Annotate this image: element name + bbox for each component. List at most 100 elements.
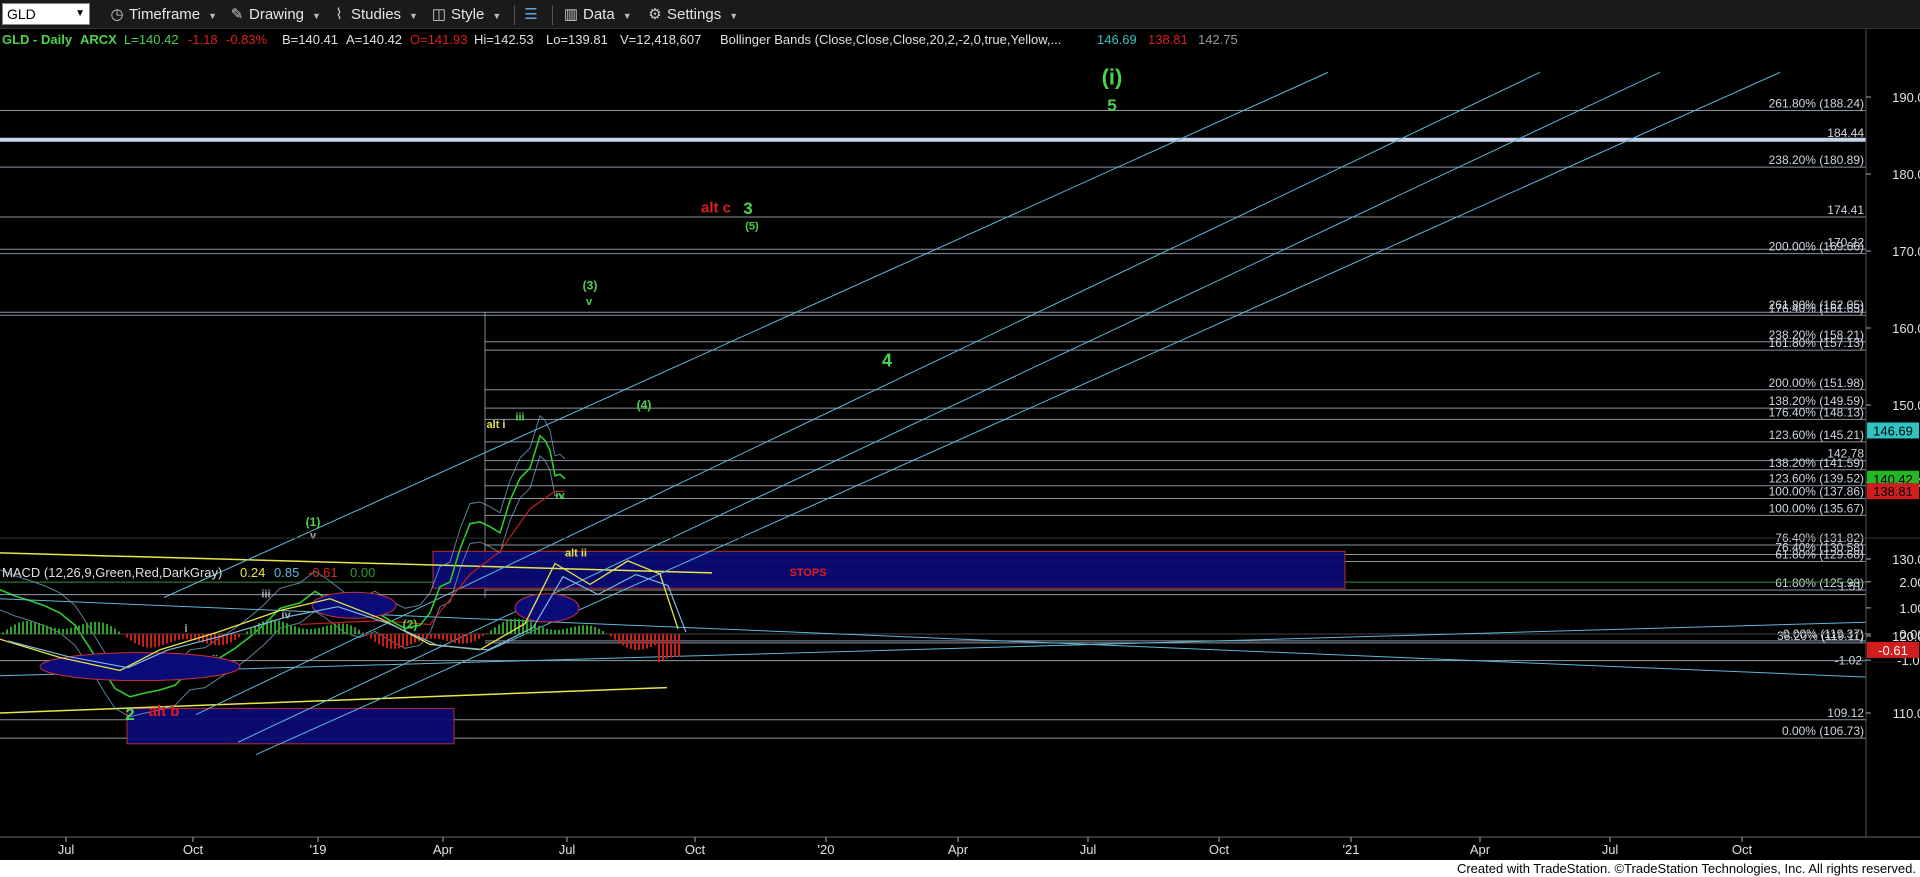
macd-histogram-bar <box>214 634 216 646</box>
studies-label: Studies <box>351 6 402 23</box>
price-tick-label: 180.00 <box>1892 167 1920 182</box>
macd-histogram-bar <box>162 634 164 646</box>
macd-histogram-bar <box>546 628 548 634</box>
style-button[interactable]: ◫ Style ▼ <box>430 4 501 26</box>
price-tick-label: 190.00 <box>1892 90 1920 105</box>
macd-histogram-bar <box>458 634 460 644</box>
time-tick-label: Apr <box>433 842 454 857</box>
chevron-down-icon: ▼ <box>409 11 418 21</box>
macd-legend: MACD (12,26,9,Green,Red,DarkGray) 0.24 0… <box>2 565 375 580</box>
macd-histogram-bar <box>638 634 640 650</box>
macd-highlight-ellipse[interactable] <box>514 593 580 623</box>
macd-histogram-bar <box>630 634 632 649</box>
layout-button[interactable]: ☰ <box>522 4 543 26</box>
macd-histogram-bar <box>390 634 392 649</box>
macd-histogram-bar <box>334 623 336 634</box>
macd-histogram-bar <box>618 634 620 643</box>
header-bb-lower: 138.81 <box>1148 32 1188 47</box>
macd-histogram-bar <box>654 634 656 646</box>
price-marker-label: 138.81 <box>1873 484 1913 499</box>
macd-histogram-bar <box>642 634 644 650</box>
drawing-label: Drawing <box>249 6 305 23</box>
macd-histogram-bar <box>358 629 360 634</box>
header-bb-mid: 142.75 <box>1198 32 1238 47</box>
chevron-down-icon[interactable]: ▼ <box>75 4 85 24</box>
macd-histogram-bar <box>94 621 96 634</box>
macd-histogram-bar <box>298 627 300 634</box>
macd-histogram-bar <box>142 634 144 647</box>
macd-histogram-bar <box>62 628 64 634</box>
settings-button[interactable]: ⚙ Settings ▼ <box>646 4 738 26</box>
fib-level-label: 100.00% (135.67) <box>1769 501 1864 515</box>
macd-histogram-bar <box>54 627 56 634</box>
macd-histogram-bar <box>566 628 568 634</box>
time-tick-label: '19 <box>310 842 327 857</box>
macd-label: MACD (12,26,9,Green,Red,DarkGray) <box>2 565 222 580</box>
macd-histogram-bar <box>434 634 436 639</box>
macd-histogram-bar <box>18 622 20 634</box>
clock-icon: ◷ <box>110 6 124 23</box>
studies-button[interactable]: ⌇ Studies ▼ <box>330 4 418 26</box>
macd-histogram-bar <box>218 634 220 646</box>
macd-histogram-bar <box>182 634 184 640</box>
macd-histogram-bar <box>538 625 540 634</box>
macd-histogram-bar <box>506 620 508 634</box>
macd-histogram-bar <box>446 634 448 641</box>
macd-histogram-bar <box>402 634 404 648</box>
macd-histogram-bar <box>166 634 168 644</box>
macd-histogram-bar <box>282 621 284 634</box>
macd-histogram-bar <box>102 622 104 634</box>
header-low: Lo=139.81 <box>546 32 608 47</box>
wave-label: v <box>586 296 593 308</box>
wave-label: alt i <box>487 419 506 431</box>
macd-histogram-bar <box>662 634 664 661</box>
macd-histogram-bar <box>486 633 488 634</box>
drawing-button[interactable]: ✎ Drawing ▼ <box>228 4 321 26</box>
header-high: Hi=142.53 <box>474 32 534 47</box>
macd-histogram-bar <box>178 634 180 640</box>
macd-histogram-bar <box>146 634 148 648</box>
macd-histogram-bar <box>234 634 236 641</box>
data-button[interactable]: ▥ Data ▼ <box>562 4 632 26</box>
macd-histogram-bar <box>406 634 408 647</box>
macd-histogram-bar <box>658 634 660 663</box>
macd-histogram-bar <box>474 634 476 641</box>
macd-histogram-bar <box>454 634 456 643</box>
time-tick-label: Oct <box>685 842 706 857</box>
macd-value-4: 0.00 <box>350 565 375 580</box>
macd-histogram-bar <box>490 630 492 634</box>
macd-histogram-bar <box>602 630 604 634</box>
macd-histogram-bar <box>246 631 248 634</box>
macd-histogram-bar <box>574 626 576 634</box>
macd-histogram-bar <box>502 622 504 634</box>
macd-histogram-bar <box>250 628 252 634</box>
macd-histogram-bar <box>106 624 108 634</box>
macd-value-3: -0.61 <box>308 565 338 580</box>
macd-histogram-bar <box>438 634 440 640</box>
data-label: Data <box>583 6 615 23</box>
macd-histogram-bar <box>130 634 132 641</box>
fib-level-label: 176.40% (148.13) <box>1769 405 1864 419</box>
macd-histogram-bar <box>646 634 648 649</box>
fib-level-label: 138.20% (141.59) <box>1769 456 1864 470</box>
header-open: O=141.93 <box>410 32 467 47</box>
fib-level-label: 123.60% (145.21) <box>1769 428 1864 442</box>
macd-histogram-bar <box>34 621 36 634</box>
macd-histogram-bar <box>666 634 668 659</box>
header-change: -1.18 <box>188 32 218 47</box>
macd-histogram-bar <box>118 631 120 634</box>
macd-histogram-bar <box>370 634 372 639</box>
macd-highlight-ellipse[interactable] <box>311 591 397 619</box>
macd-histogram-bar <box>110 626 112 634</box>
timeframe-button[interactable]: ◷ Timeframe ▼ <box>108 4 217 26</box>
chevron-down-icon: ▼ <box>729 11 739 21</box>
toolbar-divider <box>514 5 515 25</box>
timeframe-label: Timeframe <box>129 6 201 23</box>
macd-value-1: 0.24 <box>240 565 265 580</box>
macd-histogram-bar <box>122 634 124 635</box>
chart-area[interactable]: 261.80% (188.24) 184.44 238.20% (180.89) 17… <box>0 29 1920 860</box>
header-change-pct: -0.83% <box>226 32 268 47</box>
header-last: L=140.42 <box>124 32 179 47</box>
symbol-input[interactable]: GLD ▼ <box>2 3 90 25</box>
macd-histogram-bar <box>514 618 516 634</box>
